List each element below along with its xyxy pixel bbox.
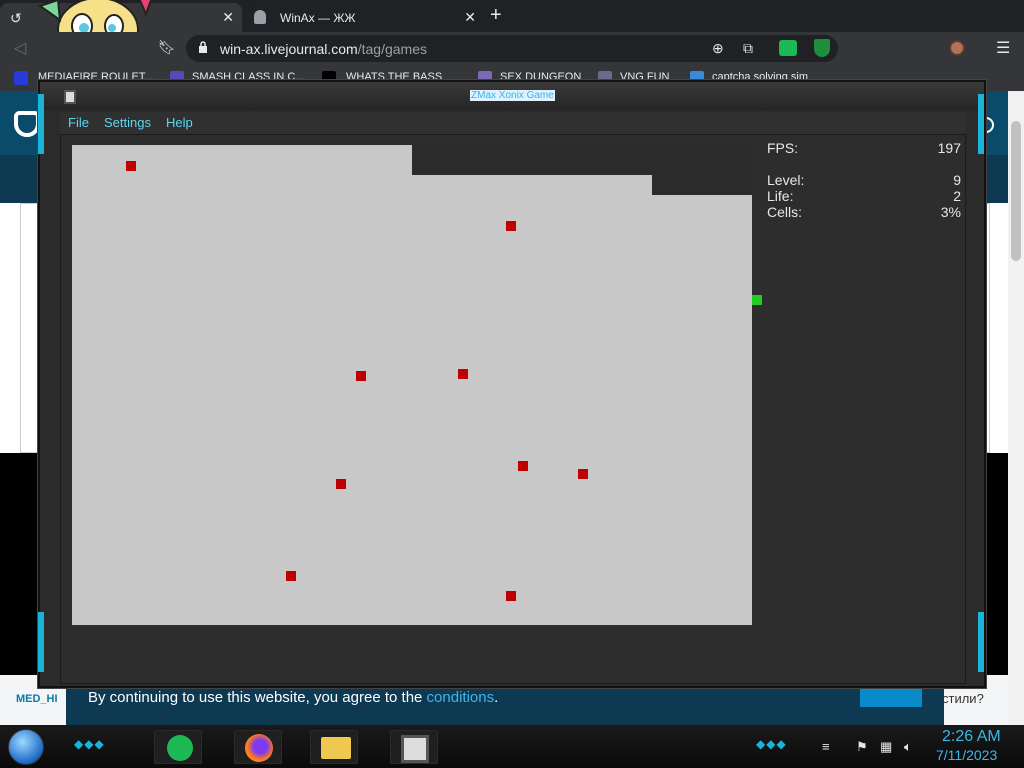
fps-value: 197 xyxy=(937,140,961,156)
start-button[interactable] xyxy=(8,729,44,765)
xonix-app-icon[interactable] xyxy=(64,90,76,104)
enemy-ball xyxy=(506,221,516,231)
taskbar: ◆◆◆ ◆◆◆ ≡ ⚑ ▦ 🔈︎ 2:26 AM 7/11/2023 xyxy=(0,725,1024,768)
bookmark-favicon xyxy=(14,71,28,85)
address-bar[interactable]: win-ax.livejournal.com/tag/games ⊕ ⧉ xyxy=(186,35,838,62)
back-icon[interactable]: ◁ xyxy=(14,38,26,58)
bookmark-icon[interactable]: 🔖︎ xyxy=(158,39,176,56)
conditions-link[interactable]: conditions xyxy=(427,689,495,706)
taskbar-firefox[interactable] xyxy=(234,730,282,764)
clock-date[interactable]: 7/11/2023 xyxy=(936,747,997,763)
translate-icon[interactable]: ⧉ xyxy=(743,40,753,57)
life-label: Life: xyxy=(767,188,794,204)
level-value: 9 xyxy=(953,172,961,188)
scrollbar-thumb[interactable] xyxy=(1011,121,1021,261)
folder-icon xyxy=(321,737,351,759)
taskbar-xonix[interactable] xyxy=(390,730,438,764)
life-value: 2 xyxy=(953,188,961,204)
menu-help[interactable]: Help xyxy=(166,115,193,130)
enemy-ball xyxy=(126,161,136,171)
footer-text: стили? xyxy=(942,691,984,706)
cookie-text: By continuing to use this website, you a… xyxy=(88,689,499,706)
accept-cookies-button[interactable] xyxy=(860,685,922,707)
enemy-ball xyxy=(336,479,346,489)
window-title: ZMax Xonix Game xyxy=(470,90,555,101)
history-icon[interactable]: ↺ xyxy=(10,10,22,27)
tab-winax[interactable]: WinAx — ЖЖ ✕ xyxy=(246,3,484,32)
game-play-area[interactable] xyxy=(72,145,762,625)
enemy-ball xyxy=(506,591,516,601)
spotify-extension-icon[interactable] xyxy=(779,40,797,56)
add-icon[interactable]: ⊕ xyxy=(712,40,724,57)
close-tab-icon[interactable]: ✕ xyxy=(222,9,234,26)
clock-time[interactable]: 2:26 AM xyxy=(942,728,1001,746)
window-frame-accent xyxy=(38,94,44,154)
cookie-banner: By continuing to use this website, you a… xyxy=(66,685,944,725)
close-tab-icon[interactable]: ✕ xyxy=(464,9,476,26)
filled-region xyxy=(652,195,752,625)
footer-link[interactable]: MED_HI xyxy=(16,693,58,705)
enemy-ball xyxy=(578,469,588,479)
livejournal-logo-icon[interactable] xyxy=(14,111,40,137)
taskbar-decoration: ◆◆◆ xyxy=(756,737,787,751)
taskbar-spotify[interactable] xyxy=(154,730,202,764)
profile-avatar[interactable] xyxy=(949,40,965,56)
xonix-game-window: ZMax Xonix Game File Settings Help FPS: … xyxy=(38,80,986,688)
network-icon[interactable]: ▦ xyxy=(880,739,892,755)
life-row: Life: 2 xyxy=(767,188,961,204)
page-scrollbar[interactable] xyxy=(1008,91,1024,725)
window-frame-accent xyxy=(978,612,984,672)
window-titlebar[interactable]: ZMax Xonix Game xyxy=(40,82,984,110)
level-label: Level: xyxy=(767,172,805,188)
enemy-ball xyxy=(458,369,468,379)
enemy-ball xyxy=(356,371,366,381)
show-hidden-icons[interactable]: ≡ xyxy=(822,739,830,754)
player-cursor xyxy=(752,295,762,305)
filled-region xyxy=(412,175,652,625)
window-frame-accent xyxy=(978,94,984,154)
volume-icon[interactable]: 🔈︎ xyxy=(904,739,912,755)
url-text: win-ax.livejournal.com/tag/games xyxy=(220,41,427,57)
taskbar-file-explorer[interactable] xyxy=(310,730,358,764)
xonix-icon xyxy=(401,735,429,763)
shield-extension-icon[interactable] xyxy=(814,39,830,57)
filled-region xyxy=(72,145,412,625)
tab-title: WinAx — ЖЖ xyxy=(280,11,356,25)
taskbar-decoration: ◆◆◆ xyxy=(74,737,105,751)
enemy-ball xyxy=(286,571,296,581)
menu-icon[interactable]: ☰ xyxy=(996,38,1010,58)
livejournal-favicon xyxy=(254,10,266,24)
menu-bar: File Settings Help xyxy=(60,112,966,134)
lock-icon xyxy=(199,41,207,53)
cells-label: Cells: xyxy=(767,204,803,220)
new-tab-button[interactable]: + xyxy=(490,4,502,27)
flag-icon[interactable]: ⚑ xyxy=(856,739,868,755)
fps-label: FPS: xyxy=(767,140,799,156)
firefox-icon xyxy=(245,734,273,762)
menu-file[interactable]: File xyxy=(68,115,89,130)
enemy-ball xyxy=(518,461,528,471)
window-frame-accent xyxy=(38,612,44,672)
cells-row: Cells: 3% xyxy=(767,204,961,220)
spotify-icon xyxy=(167,735,193,761)
fps-row: FPS: 197 xyxy=(767,140,961,156)
menu-settings[interactable]: Settings xyxy=(104,115,151,130)
cells-value: 3% xyxy=(940,204,961,220)
level-row: Level: 9 xyxy=(767,172,961,188)
